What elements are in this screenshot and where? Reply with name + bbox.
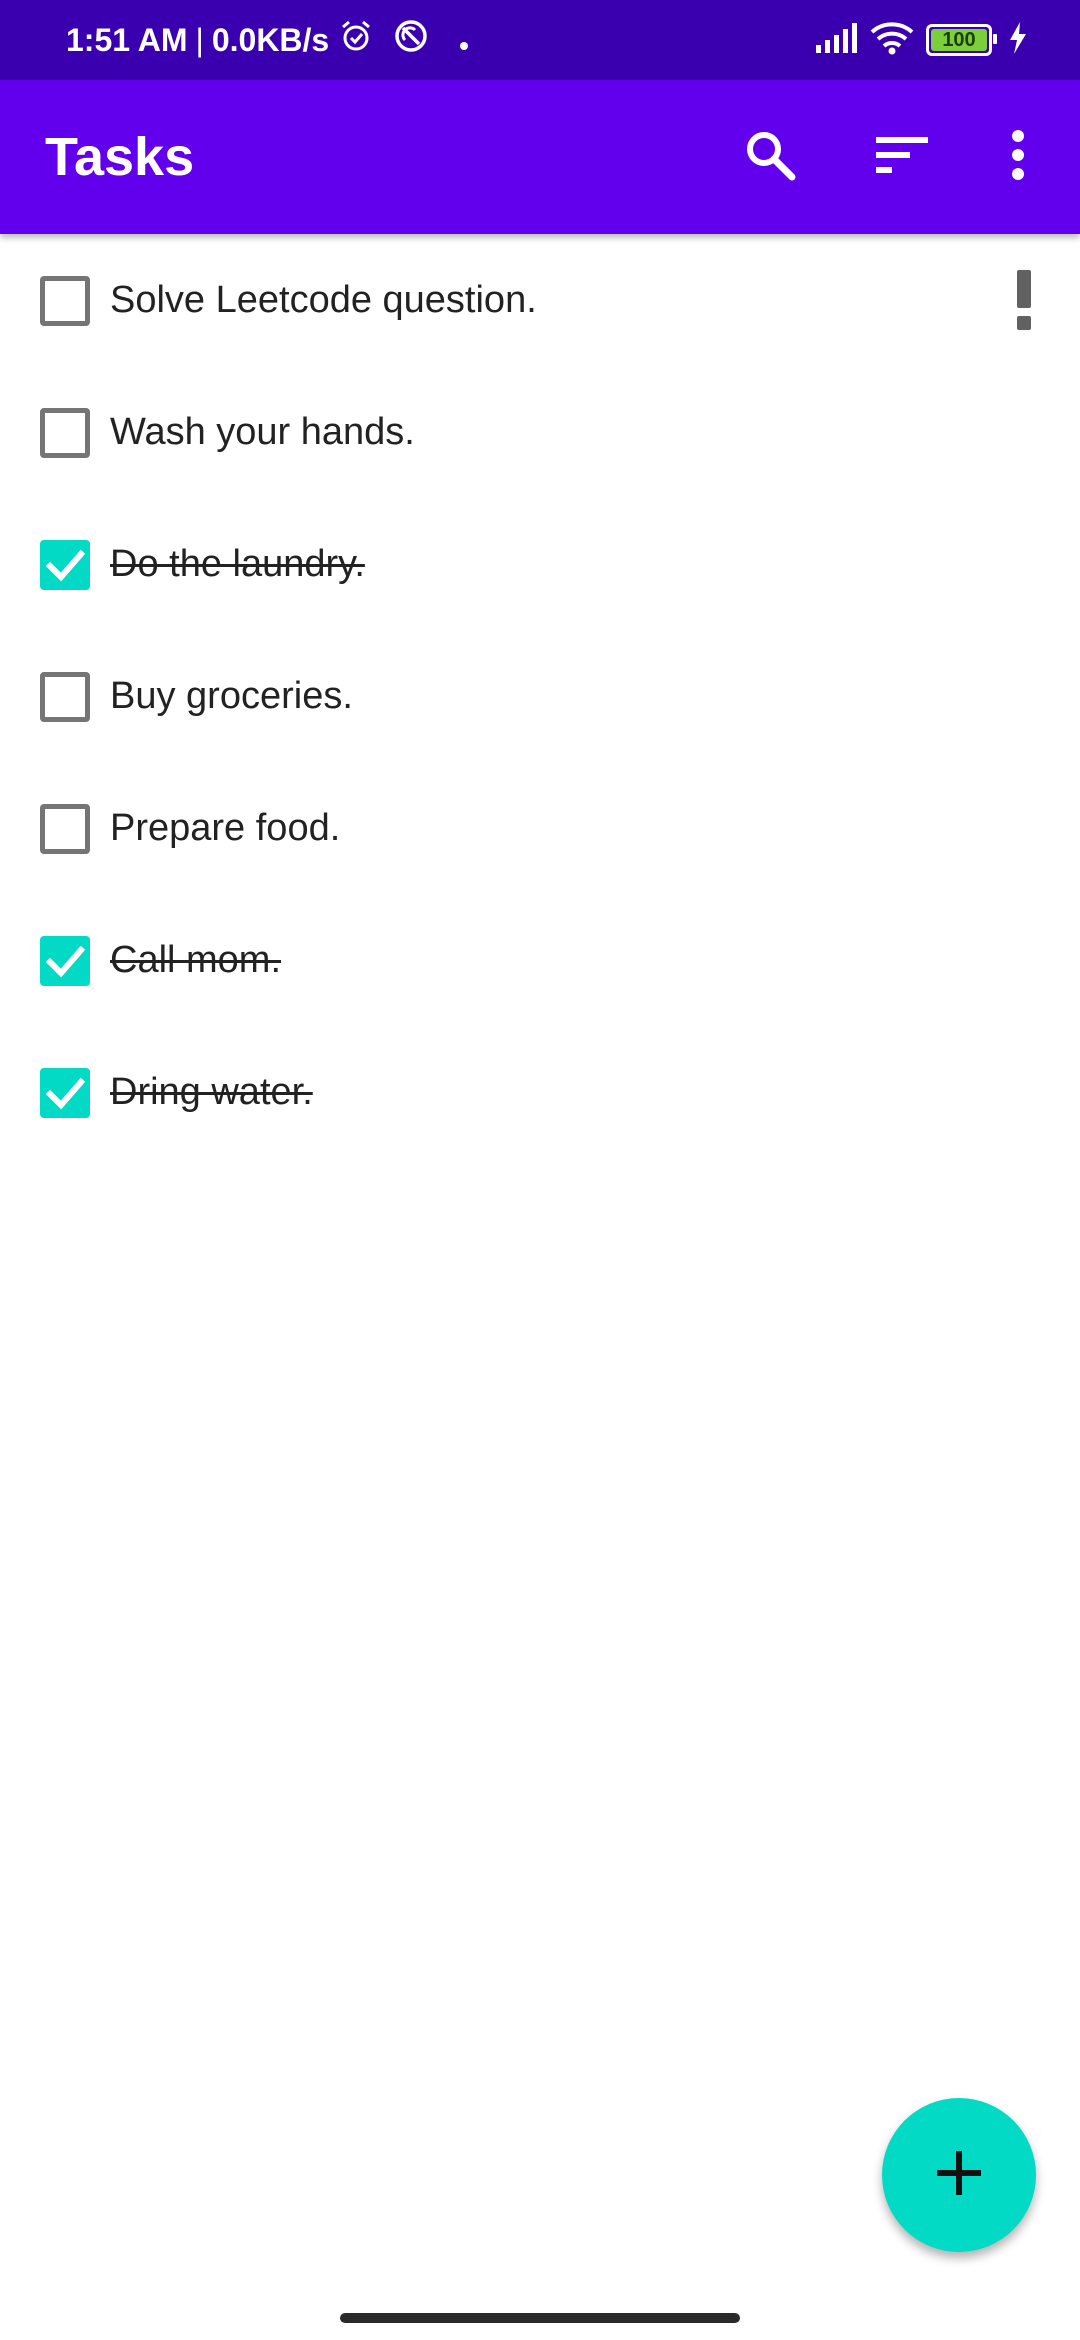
search-icon: [742, 127, 798, 188]
task-label: Dring water.: [110, 1070, 313, 1113]
task-label: Buy groceries.: [110, 674, 353, 717]
dot-icon: [459, 22, 469, 59]
search-button[interactable]: [730, 117, 810, 197]
checkmark-icon: [45, 945, 86, 978]
charging-icon: [1008, 21, 1028, 59]
more-vert-icon: [1010, 129, 1026, 186]
task-item[interactable]: Dring water.: [0, 1026, 1080, 1158]
task-checkbox[interactable]: [40, 804, 90, 854]
plus-icon: [937, 2150, 981, 2200]
task-checkbox[interactable]: [40, 672, 90, 722]
sync-off-icon: [393, 18, 429, 62]
app-title: Tasks: [45, 127, 195, 187]
status-left: 1:51 AM | 0.0KB/s: [66, 0, 469, 80]
sort-icon: [874, 135, 930, 180]
task-item[interactable]: Call mom.: [0, 894, 1080, 1026]
task-label: Solve Leetcode question.: [110, 278, 537, 321]
status-right: 100: [804, 0, 1028, 80]
task-label: Wash your hands.: [110, 410, 415, 453]
add-task-button[interactable]: [882, 2098, 1036, 2252]
app-bar: Tasks: [0, 80, 1080, 234]
battery-level: 100: [942, 28, 976, 51]
task-label: Call mom.: [110, 938, 282, 981]
task-item[interactable]: Wash your hands.: [0, 366, 1080, 498]
status-time: 1:51 AM: [66, 21, 188, 58]
task-checkbox[interactable]: [40, 408, 90, 458]
task-checkbox[interactable]: [40, 936, 90, 986]
task-checkbox[interactable]: [40, 540, 90, 590]
task-checkbox[interactable]: [40, 1068, 90, 1118]
more-options-button[interactable]: [978, 117, 1058, 197]
priority-icon: [1014, 270, 1034, 330]
task-checkbox[interactable]: [40, 276, 90, 326]
task-label: Prepare food.: [110, 806, 341, 849]
battery-tip: [993, 34, 997, 44]
checkmark-icon: [45, 549, 86, 582]
task-item[interactable]: Do the laundry.: [0, 498, 1080, 630]
home-indicator[interactable]: [340, 2313, 740, 2323]
battery-icon: 100: [926, 24, 997, 56]
status-bar: 1:51 AM | 0.0KB/s 100: [0, 0, 1080, 80]
task-list: Solve Leetcode question. Wash your hands.…: [0, 234, 1080, 1158]
sort-button[interactable]: [862, 117, 942, 197]
task-item[interactable]: Solve Leetcode question.: [0, 234, 1080, 366]
task-item[interactable]: Buy groceries.: [0, 630, 1080, 762]
signal-icon: [816, 22, 858, 58]
alarm-icon: [339, 19, 373, 61]
task-item[interactable]: Prepare food.: [0, 762, 1080, 894]
status-separator: |: [195, 21, 204, 58]
task-label: Do the laundry.: [110, 542, 365, 585]
wifi-icon: [870, 21, 914, 60]
status-network-speed: 0.0KB/s: [211, 21, 330, 58]
checkmark-icon: [45, 1077, 86, 1110]
